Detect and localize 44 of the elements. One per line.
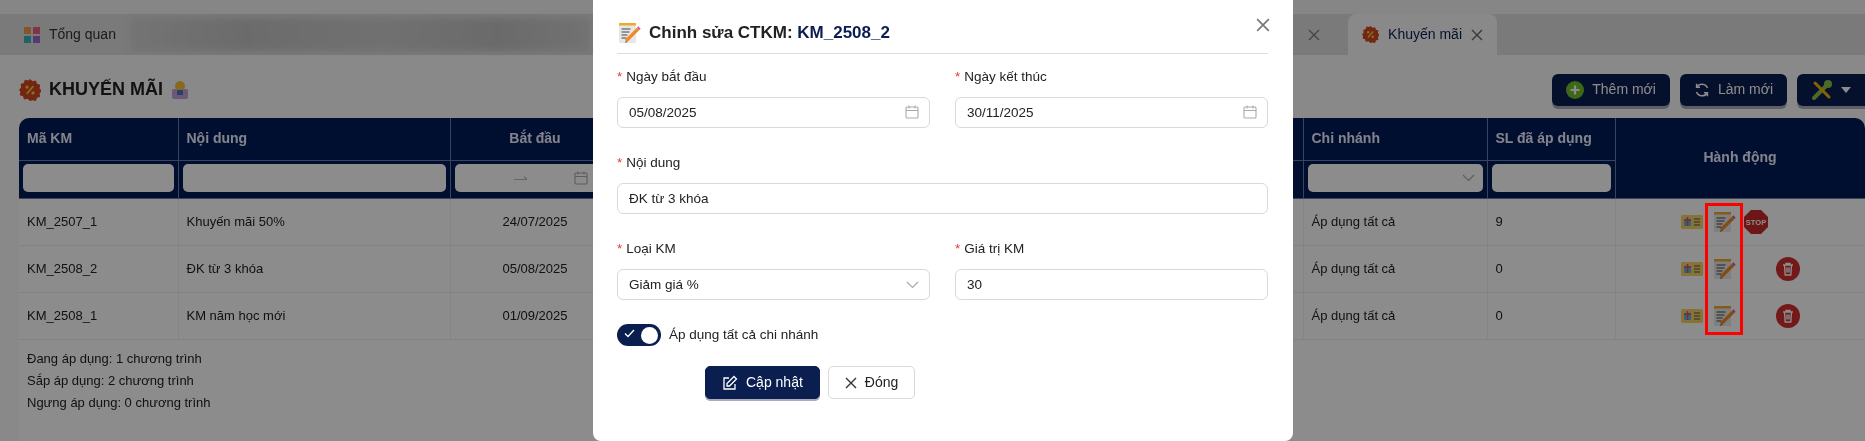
refresh-button[interactable]: Làm mới <box>1679 73 1787 106</box>
toggle-label: Áp dụng tất cả chi nhánh <box>669 325 819 344</box>
field-label: Loại KM <box>626 239 676 258</box>
field-label: Nội dung <box>626 153 681 172</box>
column-header: SL đã áp dụng <box>1487 118 1615 160</box>
table-cell: Áp dụng tất cả <box>1303 292 1487 339</box>
column-header: Mã KM <box>19 118 178 160</box>
summary-text: Đang áp dụng: 1 chương trình <box>27 349 202 368</box>
summary-text: Sắp áp dụng: 2 chương trình <box>27 371 194 390</box>
date-field[interactable]: 30/11/2025 <box>955 97 1268 128</box>
input-field[interactable]: ĐK từ 3 khóa <box>617 183 1268 214</box>
required-mark: * <box>617 239 623 258</box>
column-header: Hành động <box>1615 118 1865 198</box>
tab[interactable]: Khuyến mãi <box>1348 14 1497 55</box>
update-button[interactable]: Cập nhật <box>705 366 820 399</box>
tab[interactable]: Tổng quan <box>10 14 130 55</box>
modal-title: Chỉnh sửa CTKM: KM_2508_2 <box>649 21 890 44</box>
select-field[interactable]: Giảm giá % <box>617 269 930 300</box>
required-mark: * <box>955 67 961 86</box>
column-header: Nội dung <box>178 118 450 160</box>
table-cell: 0 <box>1487 292 1615 339</box>
table-cell: Áp dụng tất cả <box>1303 245 1487 292</box>
table-cell: 0 <box>1487 245 1615 292</box>
table-cell: KM_2508_2 <box>19 245 178 292</box>
field-label: Ngày bắt đầu <box>626 67 707 86</box>
date-field[interactable]: 05/08/2025 <box>617 97 930 128</box>
summary-text: Ngưng áp dụng: 0 chương trình <box>27 393 211 412</box>
table-cell: KM_2507_1 <box>19 198 178 245</box>
close-button[interactable]: Đóng <box>827 366 916 399</box>
required-mark: * <box>617 67 623 86</box>
table-cell: Khuyến mãi 50% <box>178 198 450 245</box>
page-title: KHUYẾN MÃI <box>49 77 163 101</box>
field-label: Giá trị KM <box>964 239 1025 258</box>
column-header: Chi nhánh <box>1303 118 1487 160</box>
table-cell: ĐK từ 3 khóa <box>178 245 450 292</box>
input-field[interactable]: 30 <box>955 269 1268 300</box>
table-cell: KM năm học mới <box>178 292 450 339</box>
required-mark: * <box>617 153 623 172</box>
field-label: Ngày kết thúc <box>964 67 1047 86</box>
table-cell: KM_2508_1 <box>19 292 178 339</box>
table-cell: 9 <box>1487 198 1615 245</box>
table-cell: Áp dụng tất cả <box>1303 198 1487 245</box>
required-mark: * <box>955 239 961 258</box>
add-button[interactable]: Thêm mới <box>1552 73 1670 106</box>
